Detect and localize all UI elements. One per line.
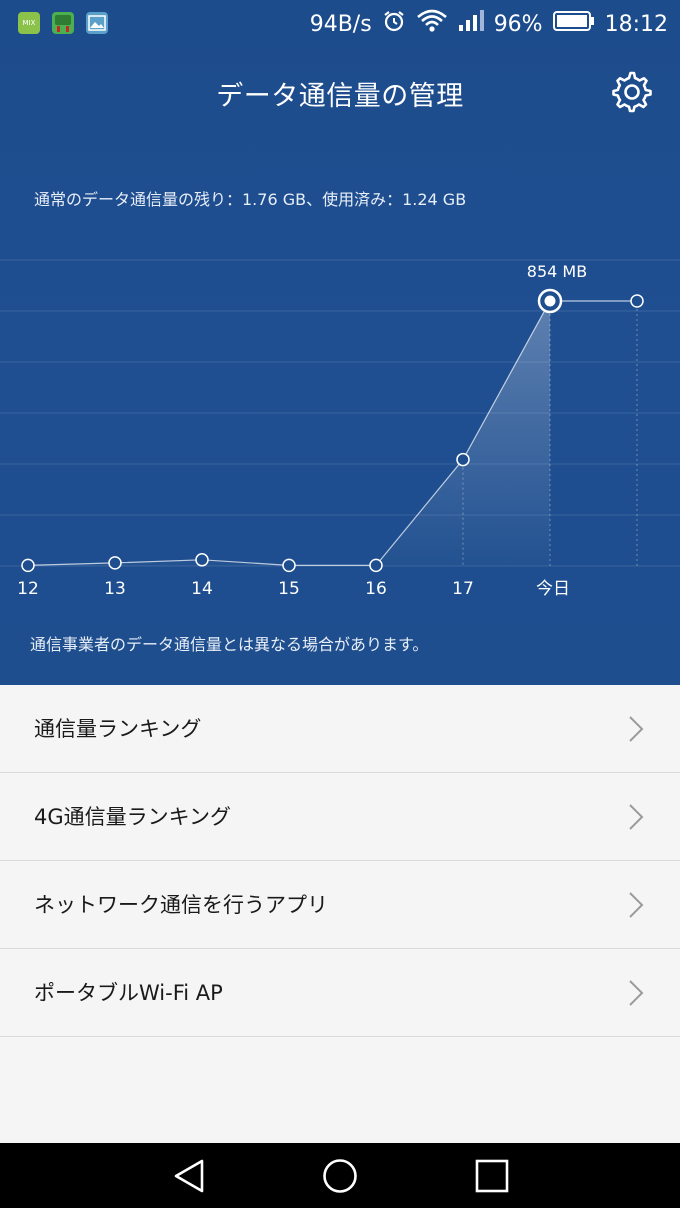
data-point <box>369 558 383 573</box>
x-tick-label: 14 <box>191 579 213 599</box>
x-tick-label: 今日 <box>536 579 570 599</box>
data-point <box>21 558 35 573</box>
chevron-right-icon <box>629 716 644 742</box>
menu-item-portable-wifi-ap[interactable]: ポータブルWi-Fi AP <box>0 949 680 1037</box>
gallery-icon <box>86 12 108 34</box>
menu-list: 通信量ランキング 4G通信量ランキング ネットワーク通信を行うアプリ ポータブル… <box>0 685 680 1037</box>
network-speed: 94B/s <box>309 11 372 37</box>
status-right: 94B/s 96% 18:12 <box>310 8 668 40</box>
status-bar: MIX 94B/s 96% 18:12 <box>0 0 680 48</box>
settings-gear-icon[interactable] <box>611 71 653 113</box>
carrier-note: 通信事業者のデータ通信量とは異なる場合があります。 <box>30 635 429 654</box>
data-label: 854 MB <box>527 262 587 281</box>
chevron-right-icon <box>629 892 644 918</box>
data-usage-panel: MIX 94B/s 96% 18:12 データ通信量の管理 通常のデータ通信量の… <box>0 0 680 685</box>
notification-icons: MIX <box>18 12 108 34</box>
series-area <box>28 301 550 566</box>
back-icon[interactable] <box>172 1158 208 1194</box>
android-mix-icon: MIX <box>18 12 40 34</box>
chevron-right-icon <box>629 980 644 1006</box>
menu-item-label: 4G通信量ランキング <box>34 805 232 829</box>
menu-item-usage-ranking[interactable]: 通信量ランキング <box>0 685 680 773</box>
x-tick-label: 17 <box>452 579 474 599</box>
data-point-highlight-core <box>544 295 556 307</box>
x-tick-label: 16 <box>365 579 387 599</box>
x-tick-label: 15 <box>278 579 300 599</box>
clock: 18:12 <box>604 11 668 37</box>
data-point <box>456 452 470 467</box>
wifi-icon <box>416 9 448 39</box>
menu-item-network-apps[interactable]: ネットワーク通信を行うアプリ <box>0 861 680 949</box>
android-debug-icon <box>52 12 74 34</box>
home-icon[interactable] <box>322 1158 358 1194</box>
menu-item-label: ポータブルWi-Fi AP <box>34 981 223 1005</box>
battery-icon <box>552 10 595 38</box>
signal-icon <box>458 9 484 39</box>
data-point <box>108 556 122 570</box>
menu-item-4g-ranking[interactable]: 4G通信量ランキング <box>0 773 680 861</box>
chevron-right-icon <box>629 804 644 830</box>
x-tick-label: 13 <box>104 579 126 599</box>
usage-chart: 854 MB 12 13 14 15 16 17 今日 <box>0 259 680 599</box>
x-tick-label: 12 <box>17 579 39 599</box>
recents-icon[interactable] <box>474 1158 510 1194</box>
alarm-icon <box>382 9 406 39</box>
usage-summary: 通常のデータ通信量の残り：1.76 GB、使用済み：1.24 GB <box>34 190 467 209</box>
title-bar: データ通信量の管理 <box>0 60 680 124</box>
data-point <box>630 294 644 308</box>
page-title: データ通信量の管理 <box>216 81 464 112</box>
battery-percent: 96% <box>493 11 543 37</box>
data-point <box>282 558 296 573</box>
menu-item-label: 通信量ランキング <box>34 717 202 741</box>
menu-item-label: ネットワーク通信を行うアプリ <box>34 893 328 917</box>
data-point <box>195 553 209 567</box>
navigation-bar <box>0 1143 680 1208</box>
